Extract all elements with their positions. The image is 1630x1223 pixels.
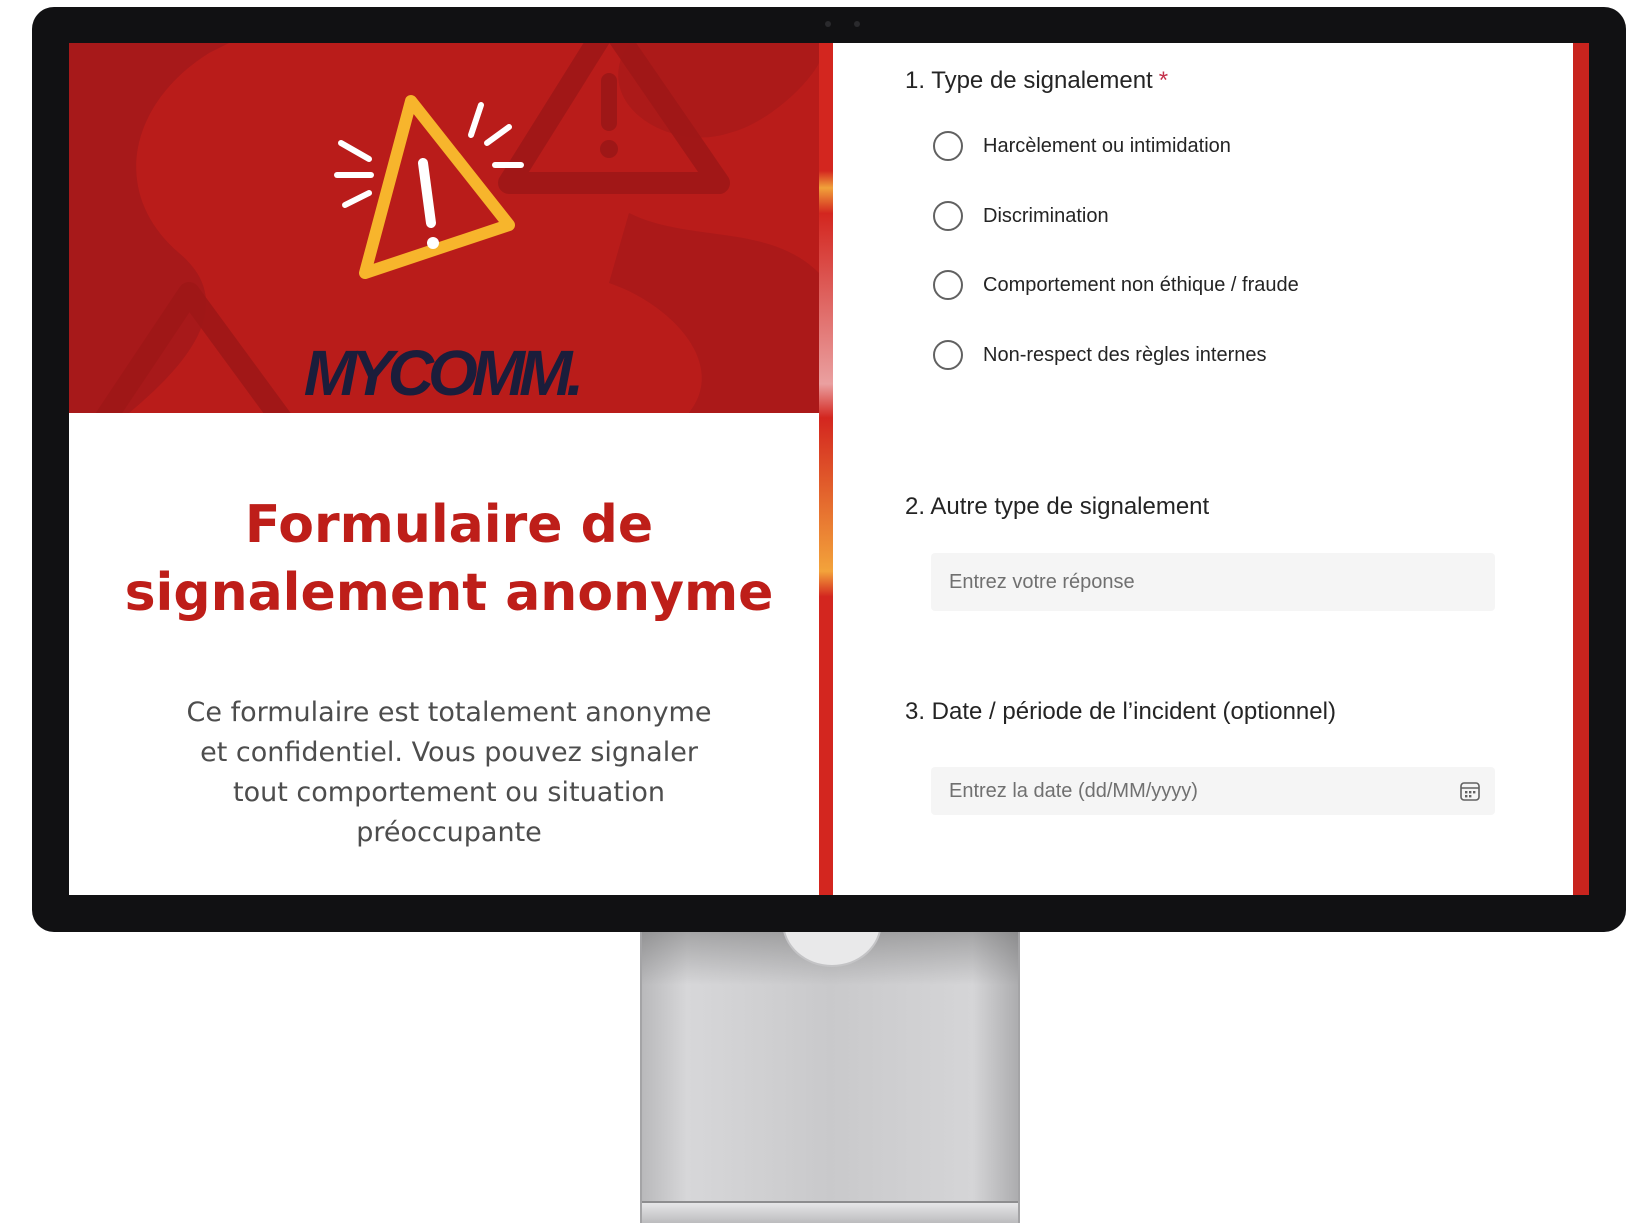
required-marker: *	[1158, 67, 1169, 94]
report-form: 1. Type de signalement * Harcèlement ou i…	[833, 43, 1573, 895]
page-title: Formulaire de signalement anonyme	[124, 495, 774, 623]
radio-label: Non-respect des règles internes	[983, 343, 1267, 366]
question-2-label: 2. Autre type de signalement	[905, 493, 1210, 520]
sensor-dot	[854, 21, 860, 27]
page-description: Ce formulaire est totalement anonyme et …	[186, 697, 712, 848]
panel-divider	[819, 43, 833, 895]
radio-label: Comportement non éthique / fraude	[983, 273, 1299, 296]
question-3-label: 3. Date / période de l’incident (optionn…	[905, 698, 1336, 725]
radio-button[interactable]	[933, 340, 963, 370]
radio-button[interactable]	[933, 201, 963, 231]
other-type-input[interactable]	[931, 553, 1495, 611]
question-1-label: 1. Type de signalement *	[905, 67, 1168, 95]
mycomm-logo: MYCOMM.	[303, 337, 584, 409]
stand-base	[642, 1201, 1018, 1223]
date-input[interactable]	[931, 767, 1441, 815]
radio-button[interactable]	[933, 131, 963, 161]
question-1-text: 1. Type de signalement	[905, 67, 1153, 94]
camera-dot	[825, 21, 831, 27]
radio-option-harassment[interactable]: Harcèlement ou intimidation	[933, 129, 1231, 163]
form-right-edge	[1573, 43, 1589, 895]
radio-label: Harcèlement ou intimidation	[983, 134, 1231, 157]
radio-button[interactable]	[933, 270, 963, 300]
radio-option-unethical-conduct[interactable]: Comportement non éthique / fraude	[933, 268, 1299, 302]
monitor-stand	[640, 877, 1020, 1223]
radio-option-rules-violation[interactable]: Non-respect des règles internes	[933, 338, 1266, 372]
screen: MYCOMM. Formulaire de signalement anonym…	[69, 43, 1589, 895]
radio-label: Discrimination	[983, 204, 1109, 227]
date-field[interactable]	[931, 767, 1495, 815]
hero-banner: MYCOMM.	[69, 43, 819, 413]
calendar-icon[interactable]	[1459, 780, 1481, 802]
intro-panel: MYCOMM. Formulaire de signalement anonym…	[69, 43, 819, 895]
monitor-bezel: MYCOMM. Formulaire de signalement anonym…	[32, 7, 1626, 932]
radio-option-discrimination[interactable]: Discrimination	[933, 199, 1109, 233]
